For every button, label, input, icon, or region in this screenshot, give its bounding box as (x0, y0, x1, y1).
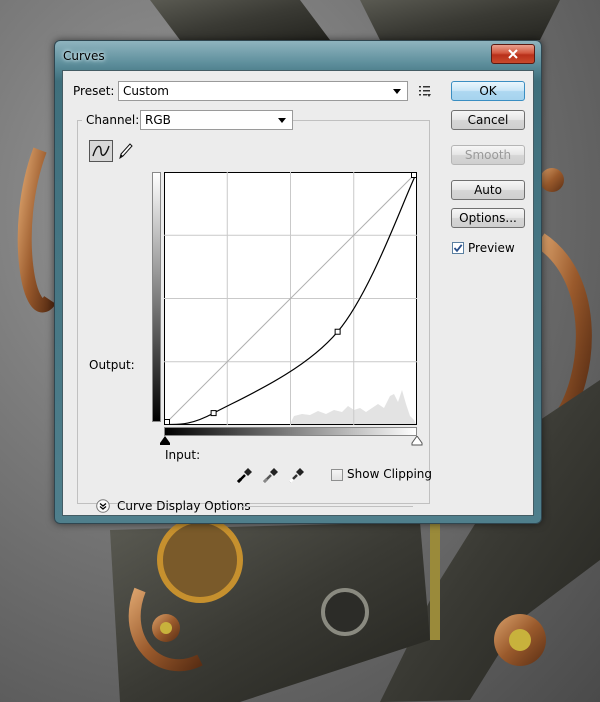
curve-point[interactable] (210, 410, 217, 417)
show-clipping-checkbox[interactable] (331, 469, 343, 481)
close-icon (508, 49, 518, 59)
show-clipping-label: Show Clipping (347, 467, 433, 481)
curve-graph[interactable] (164, 172, 417, 425)
channel-value: RGB (145, 113, 171, 127)
curve-point[interactable] (334, 328, 341, 335)
preview-checkbox[interactable] (452, 242, 464, 254)
channel-label: Channel: (82, 113, 144, 127)
smooth-button[interactable]: Smooth (451, 145, 525, 165)
expand-chevron-icon[interactable] (96, 499, 110, 513)
curve-point-tool[interactable] (89, 140, 113, 162)
input-label: Input: (165, 448, 201, 462)
input-gradient-bar (164, 427, 417, 436)
options-button[interactable]: Options... (451, 208, 525, 228)
ok-button[interactable]: OK (451, 81, 525, 101)
preset-label: Preset: (73, 84, 115, 98)
output-label: Output: (89, 358, 135, 372)
preset-options-icon[interactable] (418, 84, 432, 98)
preset-value: Custom (123, 84, 169, 98)
output-gradient-bar (152, 172, 161, 422)
dialog-body: Preset: Custom OK Cancel Smooth Auto Opt… (62, 70, 534, 516)
channel-select[interactable]: RGB (140, 110, 293, 130)
curve-point[interactable] (411, 172, 417, 178)
chevron-down-icon (278, 118, 286, 123)
divider (241, 506, 413, 507)
gray-eyedropper-icon[interactable] (261, 465, 281, 485)
black-eyedropper-icon[interactable] (235, 465, 255, 485)
auto-button[interactable]: Auto (451, 180, 525, 200)
pencil-icon[interactable] (117, 141, 135, 161)
curve-display-options-label: Curve Display Options (117, 499, 251, 513)
curve-tool-icon (92, 145, 110, 157)
close-button[interactable] (491, 44, 535, 64)
white-point-slider[interactable] (411, 436, 423, 446)
curve-point[interactable] (164, 419, 170, 425)
preset-select[interactable]: Custom (118, 81, 408, 101)
white-eyedropper-icon[interactable] (287, 465, 307, 485)
checkmark-icon (453, 244, 463, 253)
preview-label: Preview (468, 241, 515, 255)
dialog-title: Curves (63, 49, 105, 63)
cancel-button[interactable]: Cancel (451, 110, 525, 130)
chevron-down-icon (393, 89, 401, 94)
black-point-slider[interactable] (159, 436, 171, 446)
curves-dialog: Curves Preset: Custom OK Cancel Smooth A… (54, 40, 542, 524)
